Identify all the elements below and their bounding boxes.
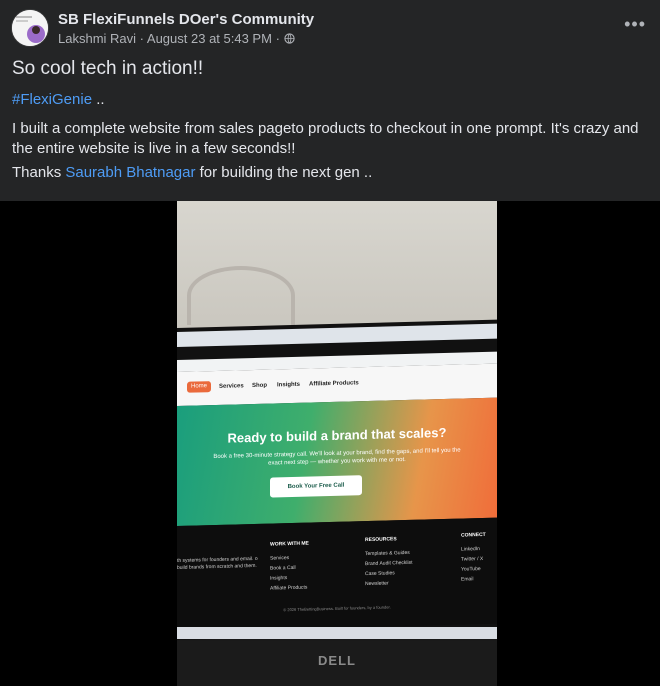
site-nav-insights: Insights — [277, 381, 301, 389]
meta-separator: · — [139, 31, 144, 46]
footer-connect-item: Email — [461, 576, 474, 583]
footer-work-item: Affiliate Products — [270, 584, 308, 592]
laptop-bezel: DELL — [177, 641, 497, 686]
footer-copyright: © 2026 TheBettingBusiness. Built for fou… — [283, 604, 391, 613]
footer-work-title: WORK WITH ME — [270, 540, 309, 548]
browser-tabbar — [177, 323, 497, 347]
hero-title: Ready to build a brand that scales? — [227, 424, 447, 446]
thanks-suffix: for building the next gen .. — [195, 164, 373, 181]
laptop-screen: Home Services Shop Insights Affiliate Pr… — [177, 319, 497, 640]
hashtag-link[interactable]: #FlexiGenie — [12, 91, 92, 108]
footer-work-item: Services — [270, 555, 290, 562]
hashtag-suffix: .. — [92, 91, 105, 108]
group-name[interactable]: SB FlexiFunnels DOer's Community — [58, 11, 314, 28]
post-meta: Lakshmi Ravi · August 23 at 5:43 PM · — [58, 31, 295, 46]
more-options-button[interactable]: ••• — [624, 14, 646, 35]
meta-separator: · — [275, 31, 280, 46]
footer-work-item: Insights — [270, 575, 288, 582]
footer-resources-item: Case Studies — [365, 570, 395, 578]
post-body: I built a complete website from sales pa… — [12, 120, 639, 157]
post-photo[interactable]: Home Services Shop Insights Affiliate Pr… — [177, 201, 497, 686]
thanks-prefix: Thanks — [12, 164, 66, 181]
facebook-post: SB FlexiFunnels DOer's Community Lakshmi… — [0, 0, 660, 686]
site-nav-home: Home — [187, 381, 211, 393]
post-header: SB FlexiFunnels DOer's Community Lakshmi… — [0, 0, 660, 54]
thanks-line: Thanks Saurabh Bhatnagar for building th… — [12, 164, 372, 181]
globe-icon — [283, 31, 295, 46]
footer-connect-title: CONNECT — [461, 531, 486, 539]
footer-resources-item: Brand Audit Checklist — [365, 559, 413, 568]
post-timestamp[interactable]: August 23 at 5:43 PM — [147, 31, 272, 46]
site-nav-shop: Shop — [252, 382, 267, 390]
footer-connect-item: Twitter / X — [461, 555, 484, 563]
mention-link[interactable]: Saurabh Bhatnagar — [65, 164, 195, 181]
site-nav-services: Services — [219, 383, 244, 390]
post-title: So cool tech in action!! — [12, 58, 204, 79]
site-footer: th systems for founders and email. o bui… — [177, 517, 497, 632]
footer-connect-item: YouTube — [461, 566, 481, 573]
post-media[interactable]: Home Services Shop Insights Affiliate Pr… — [0, 201, 660, 686]
site-nav-affiliate: Affiliate Products — [309, 380, 359, 388]
footer-resources-item: Templates & Guides — [365, 549, 410, 558]
footer-blurb: th systems for founders and email. o bui… — [177, 555, 258, 571]
footer-connect-item: LinkedIn — [461, 546, 480, 553]
hero-subtitle: Book a free 30-minute strategy call. We'… — [213, 447, 461, 467]
hero-cta: Book Your Free Call — [270, 475, 362, 498]
footer-resources-title: RESOURCES — [365, 536, 397, 544]
dell-logo: DELL — [318, 653, 356, 668]
author-name[interactable]: Lakshmi Ravi — [58, 31, 136, 46]
hashtag-line: #FlexiGenie .. — [12, 91, 105, 108]
photo-cable — [187, 266, 295, 325]
group-avatar[interactable] — [11, 9, 49, 47]
footer-resources-item: Newsletter — [365, 580, 389, 588]
windows-taskbar — [177, 627, 497, 639]
footer-work-item: Book a Call — [270, 564, 296, 572]
site-hero: Ready to build a brand that scales? Book… — [177, 397, 497, 526]
